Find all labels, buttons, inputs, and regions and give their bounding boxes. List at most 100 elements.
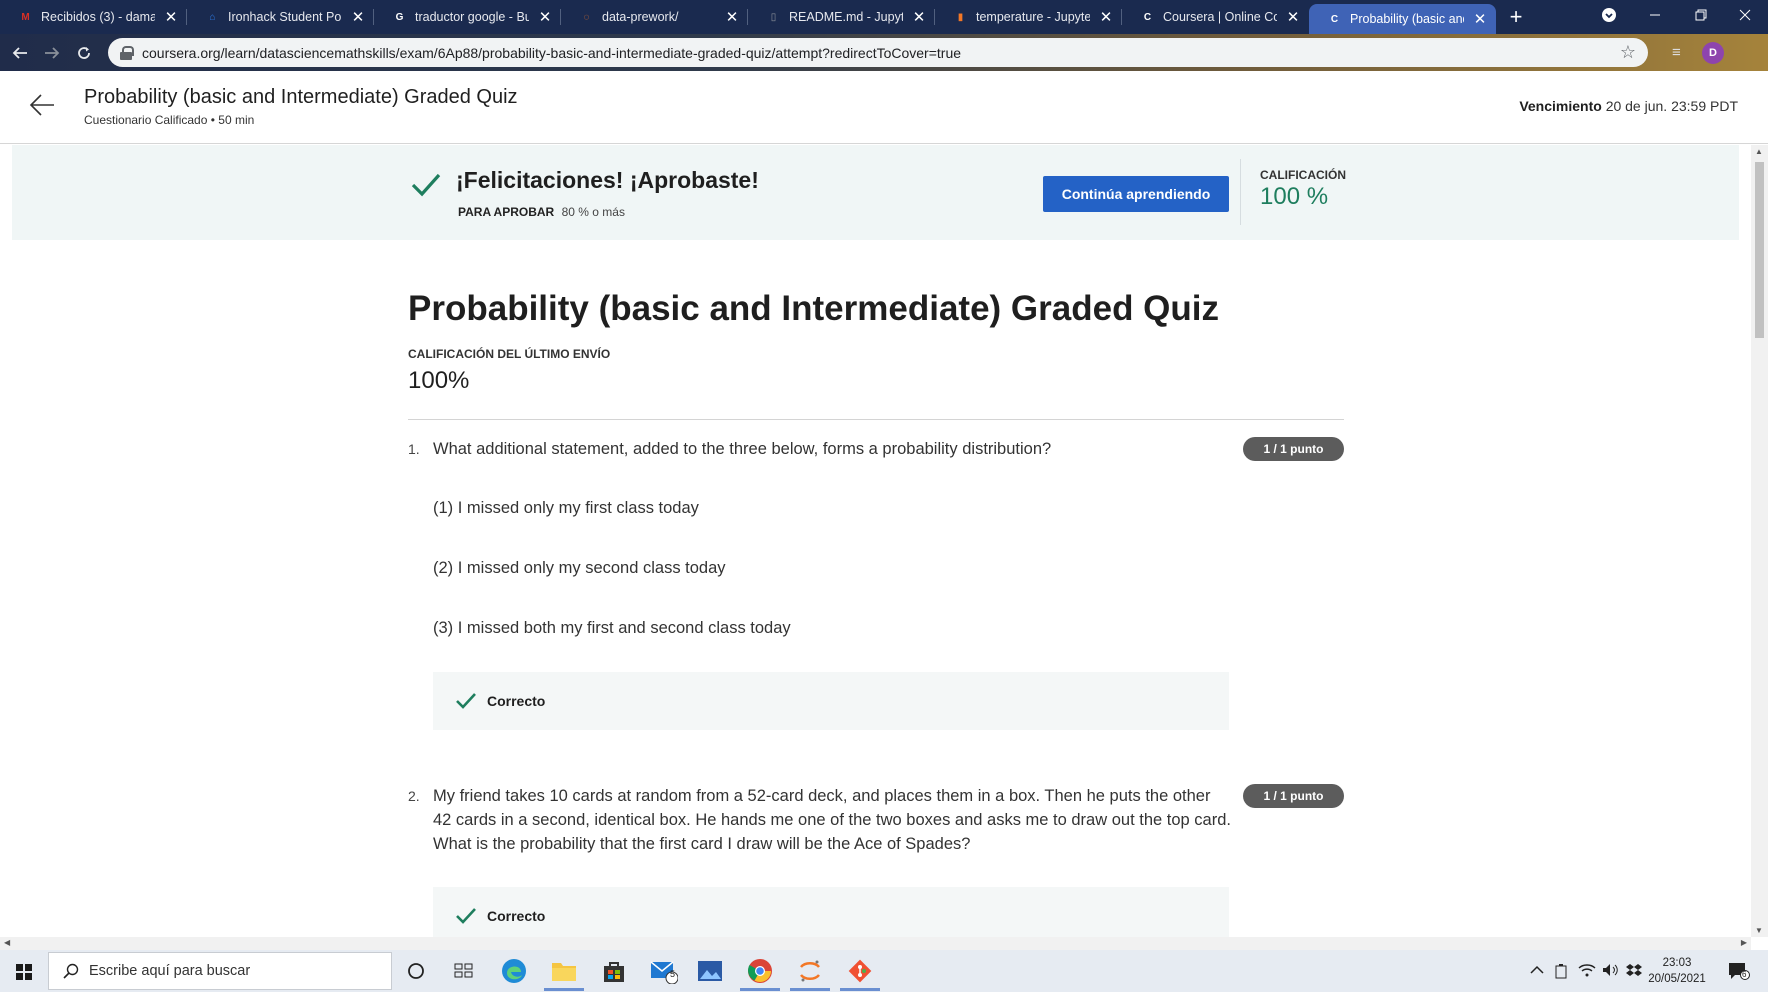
minimize-icon[interactable] [1632,0,1678,30]
jupyter-notebook-icon: ▮ [957,11,964,23]
active-app-indicator [740,988,780,991]
task-view-icon[interactable] [450,957,478,985]
vertical-scrollbar[interactable]: ▲ ▼ [1751,145,1768,937]
bookmark-star-icon[interactable]: ☆ [1620,42,1636,63]
close-window-icon[interactable] [1722,0,1768,30]
battery-icon[interactable] [1554,963,1568,982]
clock-date: 20/05/2021 [1648,973,1706,985]
close-tab-icon[interactable]: ✕ [911,8,927,26]
divider [1240,159,1241,225]
close-tab-icon[interactable]: ✕ [163,8,179,26]
continue-learning-button[interactable]: Continúa aprendiendo [1043,176,1229,212]
wifi-icon[interactable] [1578,963,1596,980]
browser-tab[interactable]: ▯ README.md - Jupyter ✕ [748,0,935,34]
close-tab-icon[interactable]: ✕ [1285,8,1301,26]
close-tab-icon[interactable]: ✕ [1472,10,1488,28]
back-icon[interactable] [8,38,32,68]
notifications-icon[interactable]: 6 [1728,962,1750,980]
mail-icon[interactable]: 5 [650,957,678,985]
scrollbar-thumb[interactable] [1755,162,1764,338]
address-bar[interactable]: coursera.org/learn/datasciencemathskills… [108,38,1648,67]
congrats-heading: ¡Felicitaciones! ¡Aprobaste! [456,167,759,193]
store-icon[interactable] [600,957,628,985]
taskbar-search-input[interactable]: Escribe aquí para buscar [48,952,392,990]
browser-tab[interactable]: ▮ temperature - Jupyter ✕ [935,0,1122,34]
browser-tab[interactable]: Gtraductor google - Bus ✕ [374,0,561,34]
chrome-icon[interactable] [746,957,774,985]
taskbar: Escribe aquí para buscar 5 23:03 20/05/2… [0,950,1768,992]
tab-title: Probability (basic and I [1350,12,1464,26]
points-badge: 1 / 1 punto [1243,784,1344,808]
question-number: 2. [408,788,420,804]
jupyter-loading-icon: ◌ [583,11,590,23]
browser-tab-bar: M Recibidos (3) - damaris ✕ ⌂ Ironhack Stude… [0,0,1768,34]
windows-start-icon[interactable] [16,964,32,980]
mail-badge: 5 [670,969,676,979]
browser-tab[interactable]: C Probability (basic and I ✕ [1309,4,1496,34]
pass-value: 80 % o más [561,205,625,219]
git-icon[interactable] [846,957,874,985]
close-tab-icon[interactable]: ✕ [724,8,740,26]
tray-chevron-icon[interactable] [1530,963,1544,978]
feedback-box: Correcto [433,887,1229,937]
back-arrow-icon[interactable] [28,91,56,119]
tab-search-icon[interactable] [1586,0,1632,30]
close-tab-icon[interactable]: ✕ [1098,8,1114,26]
feedback-label: Correcto [487,908,546,924]
pass-requirement: PARA APROBAR 80 % o más [458,205,625,219]
scroll-left-icon[interactable]: ◀ [4,938,10,947]
horizontal-scrollbar[interactable]: ◀ ▶ [0,937,1751,950]
browser-tab[interactable]: C Coursera | Online Cour ✕ [1122,0,1309,34]
reading-list-icon[interactable]: ≡ [1672,44,1681,61]
tab-title: traductor google - Bus [415,10,529,24]
file-explorer-icon[interactable] [550,957,578,985]
due-label: Vencimiento [1519,98,1602,114]
course-header: Probability (basic and Intermediate) Gra… [0,71,1768,144]
jupyter-icon[interactable] [796,957,824,985]
close-tab-icon[interactable]: ✕ [537,8,553,26]
close-tab-icon[interactable]: ✕ [350,8,366,26]
feedback-label: Correcto [487,693,546,709]
photos-icon[interactable] [696,957,724,985]
statement-item: (1) I missed only my first class today [433,499,699,517]
edge-icon[interactable] [500,957,528,985]
due-date: Vencimiento 20 de jun. 23:59 PDT [1519,98,1738,114]
due-value: 20 de jun. 23:59 PDT [1605,98,1738,114]
forward-icon[interactable] [40,38,64,68]
question-text: What additional statement, added to the … [433,440,1052,458]
checkmark-icon [455,692,477,710]
tab-title: data-prework/ [602,10,679,24]
url-text: coursera.org/learn/datasciencemathskills… [142,44,962,61]
feedback-box: Correcto [433,672,1229,730]
reload-icon[interactable] [72,38,96,68]
checkmark-icon [455,907,477,925]
tab-title: README.md - Jupyter [789,10,903,24]
profile-avatar[interactable]: D [1702,42,1724,64]
lock-icon [120,45,134,60]
search-placeholder: Escribe aquí para buscar [89,963,251,979]
checkmark-icon [410,171,442,199]
google-icon: G [395,11,404,23]
browser-tab[interactable]: M Recibidos (3) - damaris ✕ [0,0,187,34]
grade-value: 100 % [1260,183,1329,210]
scroll-up-icon[interactable]: ▲ [1755,147,1763,156]
scroll-right-icon[interactable]: ▶ [1741,938,1747,947]
active-app-indicator [840,988,880,991]
restore-icon[interactable] [1678,0,1724,30]
question-text: My friend takes 10 cards at random from … [433,787,1231,853]
system-clock[interactable]: 23:03 20/05/2021 [1642,955,1712,987]
statement-item: (2) I missed only my second class today [433,559,726,577]
clock-time: 23:03 [1662,957,1692,969]
quiz-title: Probability (basic and Intermediate) Gra… [408,289,1219,328]
browser-tab[interactable]: ◌ data-prework/ ✕ [561,0,748,34]
pass-label: PARA APROBAR [458,205,555,219]
browser-tab[interactable]: ⌂ Ironhack Student Portal ✕ [187,0,374,34]
cortana-icon[interactable] [402,957,430,985]
last-submission-label: CALIFICACIÓN DEL ÚLTIMO ENVÍO [408,347,611,361]
volume-icon[interactable] [1602,963,1620,980]
question-number: 1. [408,441,420,457]
scroll-down-icon[interactable]: ▼ [1755,926,1763,935]
dropbox-icon[interactable] [1626,963,1642,980]
new-tab-button[interactable]: + [1496,0,1536,34]
last-submission-grade: 100% [408,367,470,394]
